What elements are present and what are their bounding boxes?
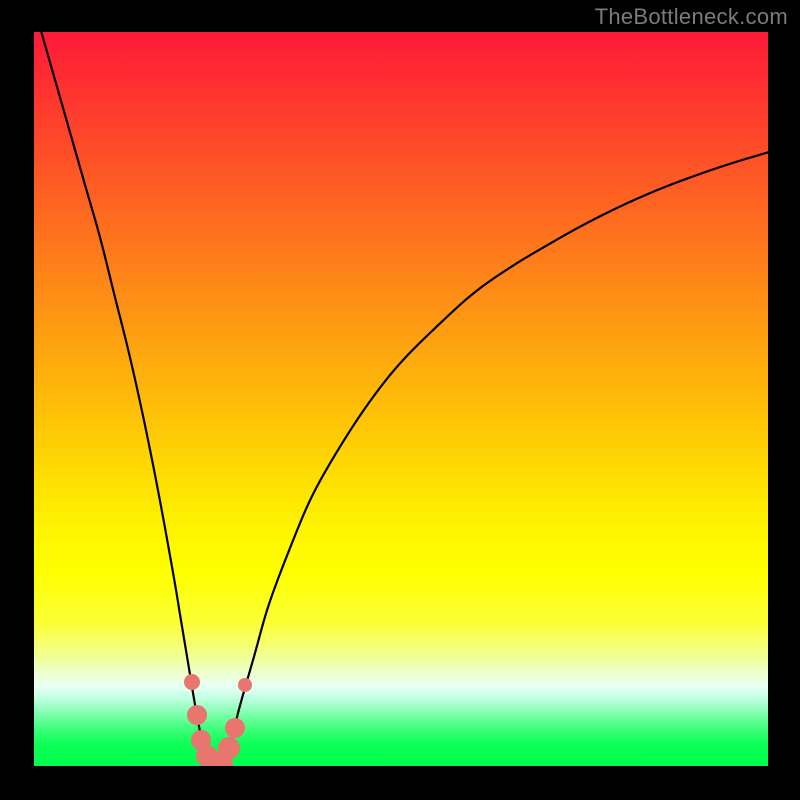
- plot-area: [34, 32, 768, 766]
- bottleneck-marker: [184, 674, 200, 690]
- bottleneck-curve: [41, 32, 768, 766]
- chart-frame: TheBottleneck.com: [0, 0, 800, 800]
- bottleneck-marker: [218, 737, 240, 759]
- bottleneck-marker: [225, 718, 245, 738]
- watermark-text: TheBottleneck.com: [595, 4, 788, 30]
- bottleneck-marker: [187, 705, 207, 725]
- curve-layer: [34, 32, 768, 766]
- bottleneck-marker: [238, 678, 252, 692]
